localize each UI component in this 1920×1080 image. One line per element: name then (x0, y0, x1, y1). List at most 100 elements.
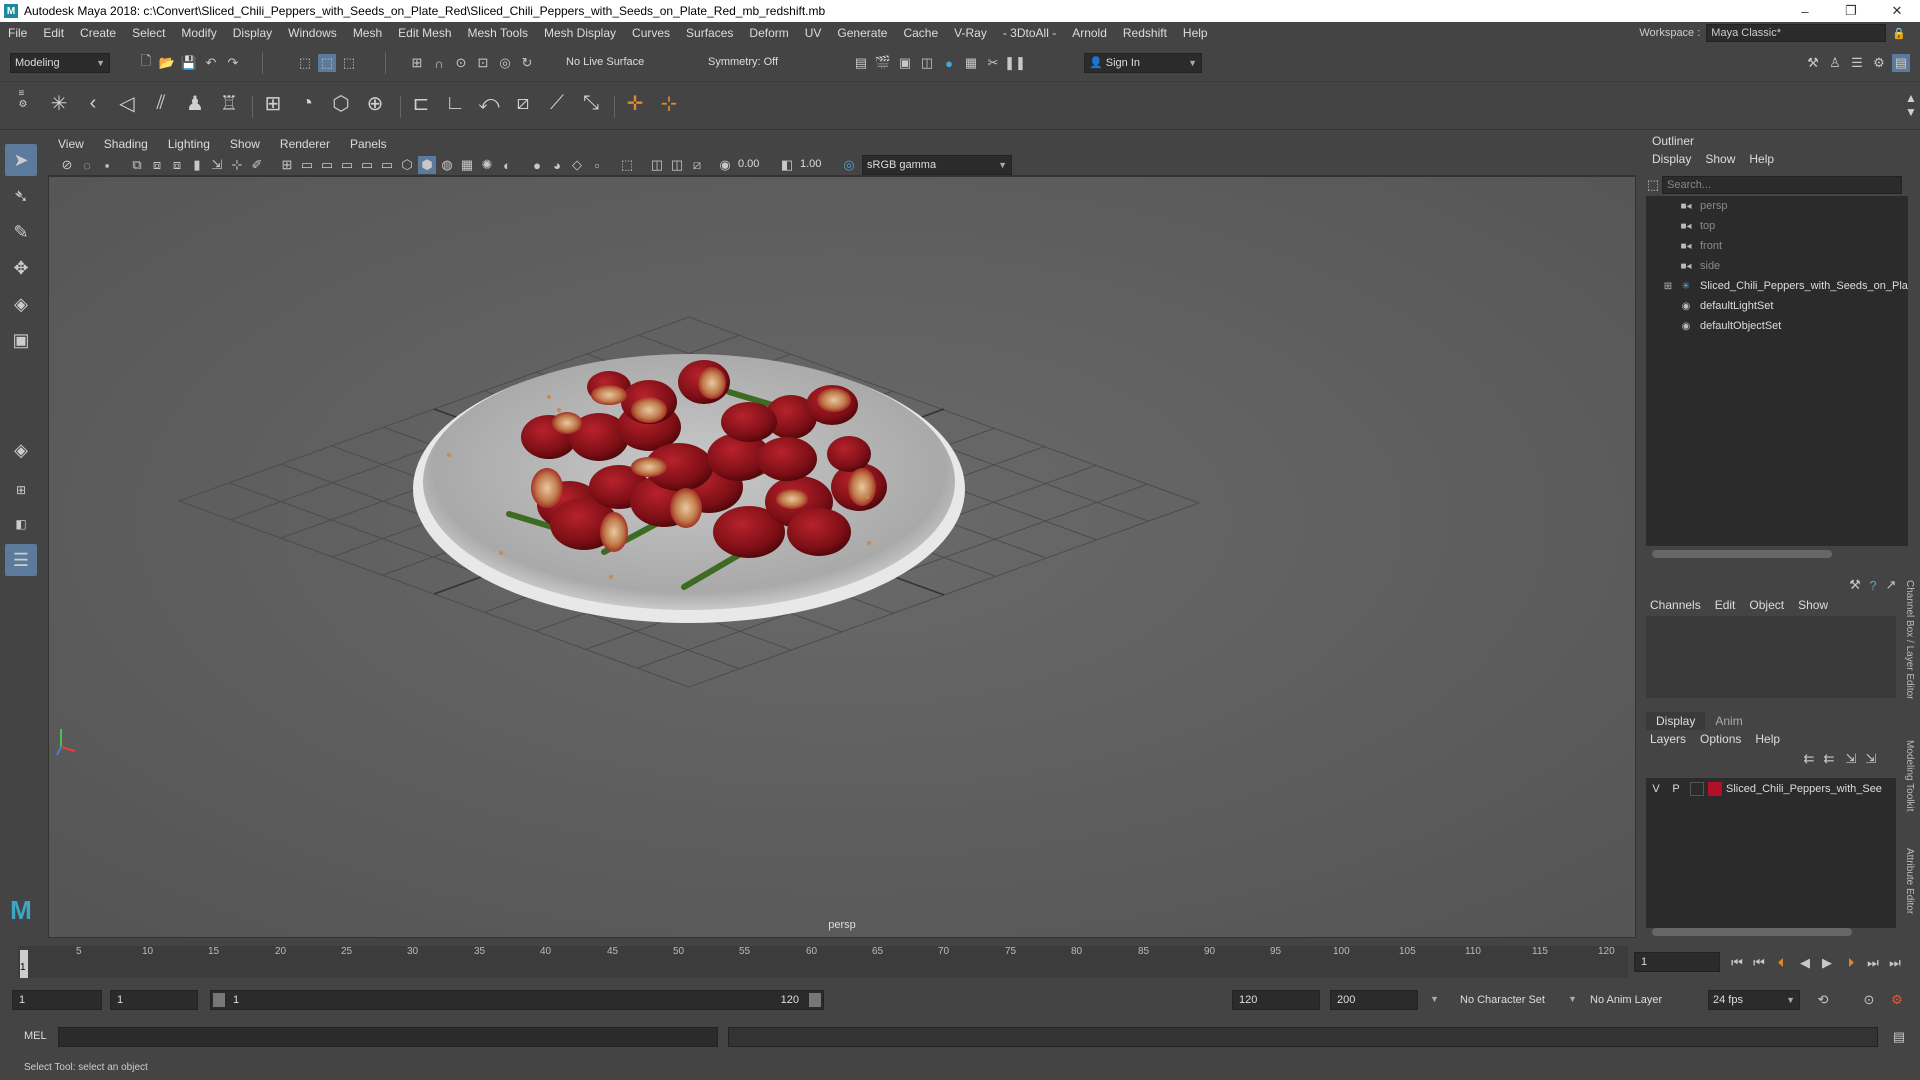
rotate-tool-icon[interactable]: ◈ (5, 288, 37, 320)
hypershade-icon[interactable]: ● (940, 54, 958, 72)
cluster-icon[interactable]: ⊕ (360, 88, 390, 118)
play-backward-icon[interactable]: ◀ (1796, 954, 1814, 972)
shelf-scroll-icon[interactable]: ▲ ▼ (1896, 90, 1920, 120)
screen-space-ao-icon[interactable]: ● (528, 156, 546, 174)
save-scene-icon[interactable]: 💾 (180, 54, 198, 72)
channels-object-menu[interactable]: Object (1745, 598, 1794, 612)
menu-generate[interactable]: Generate (829, 26, 895, 40)
grid-icon[interactable]: ⊞ (278, 156, 296, 174)
new-layer-icon[interactable]: ⇲ (1842, 750, 1860, 768)
redshift-ipr-icon[interactable]: ✂ (984, 54, 1002, 72)
wrap-icon[interactable]: ⬡ (326, 88, 356, 118)
outliner-menu-show[interactable]: Show (1701, 152, 1745, 166)
menu-cache[interactable]: Cache (895, 26, 946, 40)
snap-surface-icon[interactable]: ◎ (496, 54, 514, 72)
play-forward-icon[interactable]: ▶ (1818, 954, 1836, 972)
menu-windows[interactable]: Windows (280, 26, 345, 40)
outliner-item-front[interactable]: ■◂ front (1678, 236, 1920, 256)
outliner-menu-display[interactable]: Display (1648, 152, 1701, 166)
tab-display-layers[interactable]: Display (1646, 712, 1706, 730)
snap-pivot-icon[interactable]: ↻ (518, 54, 536, 72)
outliner-layout-icon[interactable]: ☰ (5, 544, 37, 576)
curve-deform-icon[interactable]: ⤺ (474, 88, 504, 118)
command-input[interactable] (58, 1027, 718, 1047)
side-tab-channel-box[interactable]: Channel Box / Layer Editor (1904, 580, 1915, 700)
select-by-object-icon[interactable]: ⬚ (318, 54, 336, 72)
smooth-shade-view-icon[interactable]: ▭ (318, 156, 336, 174)
redo-icon[interactable]: ↷ (224, 54, 242, 72)
open-scene-icon[interactable]: 📂 (158, 54, 176, 72)
menu-mesh-tools[interactable]: Mesh Tools (460, 26, 536, 40)
bounding-box-icon[interactable]: ▭ (338, 156, 356, 174)
bend-deformer-icon[interactable]: ⤡ (576, 88, 606, 118)
wire-deformer-icon[interactable]: ⟋ (542, 88, 572, 118)
two-view-layout-icon[interactable]: ◧ (5, 508, 37, 540)
go-to-end-icon[interactable]: ⏭ (1886, 954, 1904, 972)
anim-layer-dropdown[interactable]: No Anim Layer (1590, 994, 1662, 1006)
wireframe-shade-icon[interactable]: ⬡ (398, 156, 416, 174)
undo-icon[interactable]: ↶ (202, 54, 220, 72)
channels-show-menu[interactable]: Show (1794, 598, 1838, 612)
chevron-down-icon[interactable]: ▼ (1430, 994, 1439, 1004)
outliner-horizontal-scrollbar[interactable] (1652, 550, 1832, 558)
locator-icon[interactable]: ✛ (620, 88, 650, 118)
outliner-item-persp[interactable]: ■◂ persp (1678, 196, 1920, 216)
layers-menu[interactable]: Layers (1646, 732, 1696, 746)
menu-deform[interactable]: Deform (741, 26, 796, 40)
gamma-field[interactable]: 1.00 (800, 158, 836, 170)
new-scene-icon[interactable]: 🗋 (137, 53, 155, 72)
step-back-frame-icon[interactable]: ⏴ (1772, 954, 1790, 972)
close-button[interactable]: ✕ (1874, 0, 1920, 22)
snap-grid-icon[interactable]: ⊞ (408, 54, 426, 72)
menu-vray[interactable]: V-Ray (946, 26, 995, 40)
film-gate-icon[interactable]: ⧈ (148, 156, 166, 174)
channels-edit-menu[interactable]: Edit (1711, 598, 1746, 612)
gate-mask-icon[interactable]: ▮ (188, 156, 206, 174)
smooth-shade-icon[interactable]: ⬢ (418, 156, 436, 174)
scale-tool-icon[interactable]: ▣ (5, 324, 37, 356)
menu-uv[interactable]: UV (797, 26, 830, 40)
layer-playback-toggle[interactable]: P (1666, 783, 1686, 795)
menu-mesh[interactable]: Mesh (345, 26, 390, 40)
menu-edit[interactable]: Edit (35, 26, 72, 40)
side-tab-attribute-editor[interactable]: Attribute Editor (1904, 848, 1915, 914)
tab-anim-layers[interactable]: Anim (1705, 712, 1752, 730)
layers-help-menu[interactable]: Help (1751, 732, 1790, 746)
outliner-search-input[interactable]: Search... (1662, 176, 1902, 194)
isolate-select-icon[interactable]: ⬚ (618, 156, 636, 174)
attribute-editor-icon[interactable]: ☰ (1848, 54, 1866, 72)
field-chart-icon[interactable]: ⇲ (208, 156, 226, 174)
lock-icon[interactable]: 🔒 (1892, 27, 1906, 40)
layer-color-swatch[interactable] (1708, 782, 1722, 796)
color-space-dropdown[interactable]: sRGB gamma ▼ (862, 155, 1012, 175)
viewport-menu-view[interactable]: View (48, 137, 94, 151)
ipr-render-icon[interactable]: ▣ (896, 54, 914, 72)
menu-arnold[interactable]: Arnold (1064, 26, 1115, 40)
select-by-hierarchy-icon[interactable]: ⬚ (296, 54, 314, 72)
hud-icon[interactable]: ⧄ (688, 156, 706, 174)
outliner-item-top[interactable]: ■◂ top (1678, 216, 1920, 236)
paint-select-icon[interactable]: ✎ (5, 216, 37, 248)
filter-icon[interactable]: ⬚ (1644, 176, 1662, 194)
viewport-menu-lighting[interactable]: Lighting (158, 137, 220, 151)
playback-end-field[interactable]: 120 (1232, 990, 1320, 1010)
isolate-view-icon[interactable]: ▭ (378, 156, 396, 174)
live-surface-field[interactable]: No Live Surface (562, 53, 662, 73)
menu-help[interactable]: Help (1175, 26, 1216, 40)
playback-start-field[interactable]: 1 (110, 990, 198, 1010)
viewport-menu-renderer[interactable]: Renderer (270, 137, 340, 151)
menu-display[interactable]: Display (225, 26, 280, 40)
start-time-field[interactable]: 1 (12, 990, 102, 1010)
depth-of-field-icon[interactable]: ▫ (588, 156, 606, 174)
step-forward-frame-icon[interactable]: ⏵ (1842, 954, 1860, 972)
animation-prefs-icon[interactable]: ⚙ (1888, 991, 1906, 1009)
workspace-dropdown[interactable]: Maya Classic* (1706, 24, 1887, 42)
safe-action-icon[interactable]: ⊹ (228, 156, 246, 174)
channel-box-help-icon[interactable]: ? (1864, 576, 1882, 594)
outliner-item-chili-group[interactable]: ⊞ ✳ Sliced_Chili_Peppers_with_Seeds_on_Pla (1660, 276, 1920, 296)
minimize-button[interactable]: – (1782, 0, 1828, 22)
textured-icon[interactable]: ▦ (458, 156, 476, 174)
command-language-label[interactable]: MEL (24, 1030, 47, 1042)
end-time-field[interactable]: 200 (1330, 990, 1418, 1010)
resolution-gate-icon[interactable]: ⧈ (168, 156, 186, 174)
